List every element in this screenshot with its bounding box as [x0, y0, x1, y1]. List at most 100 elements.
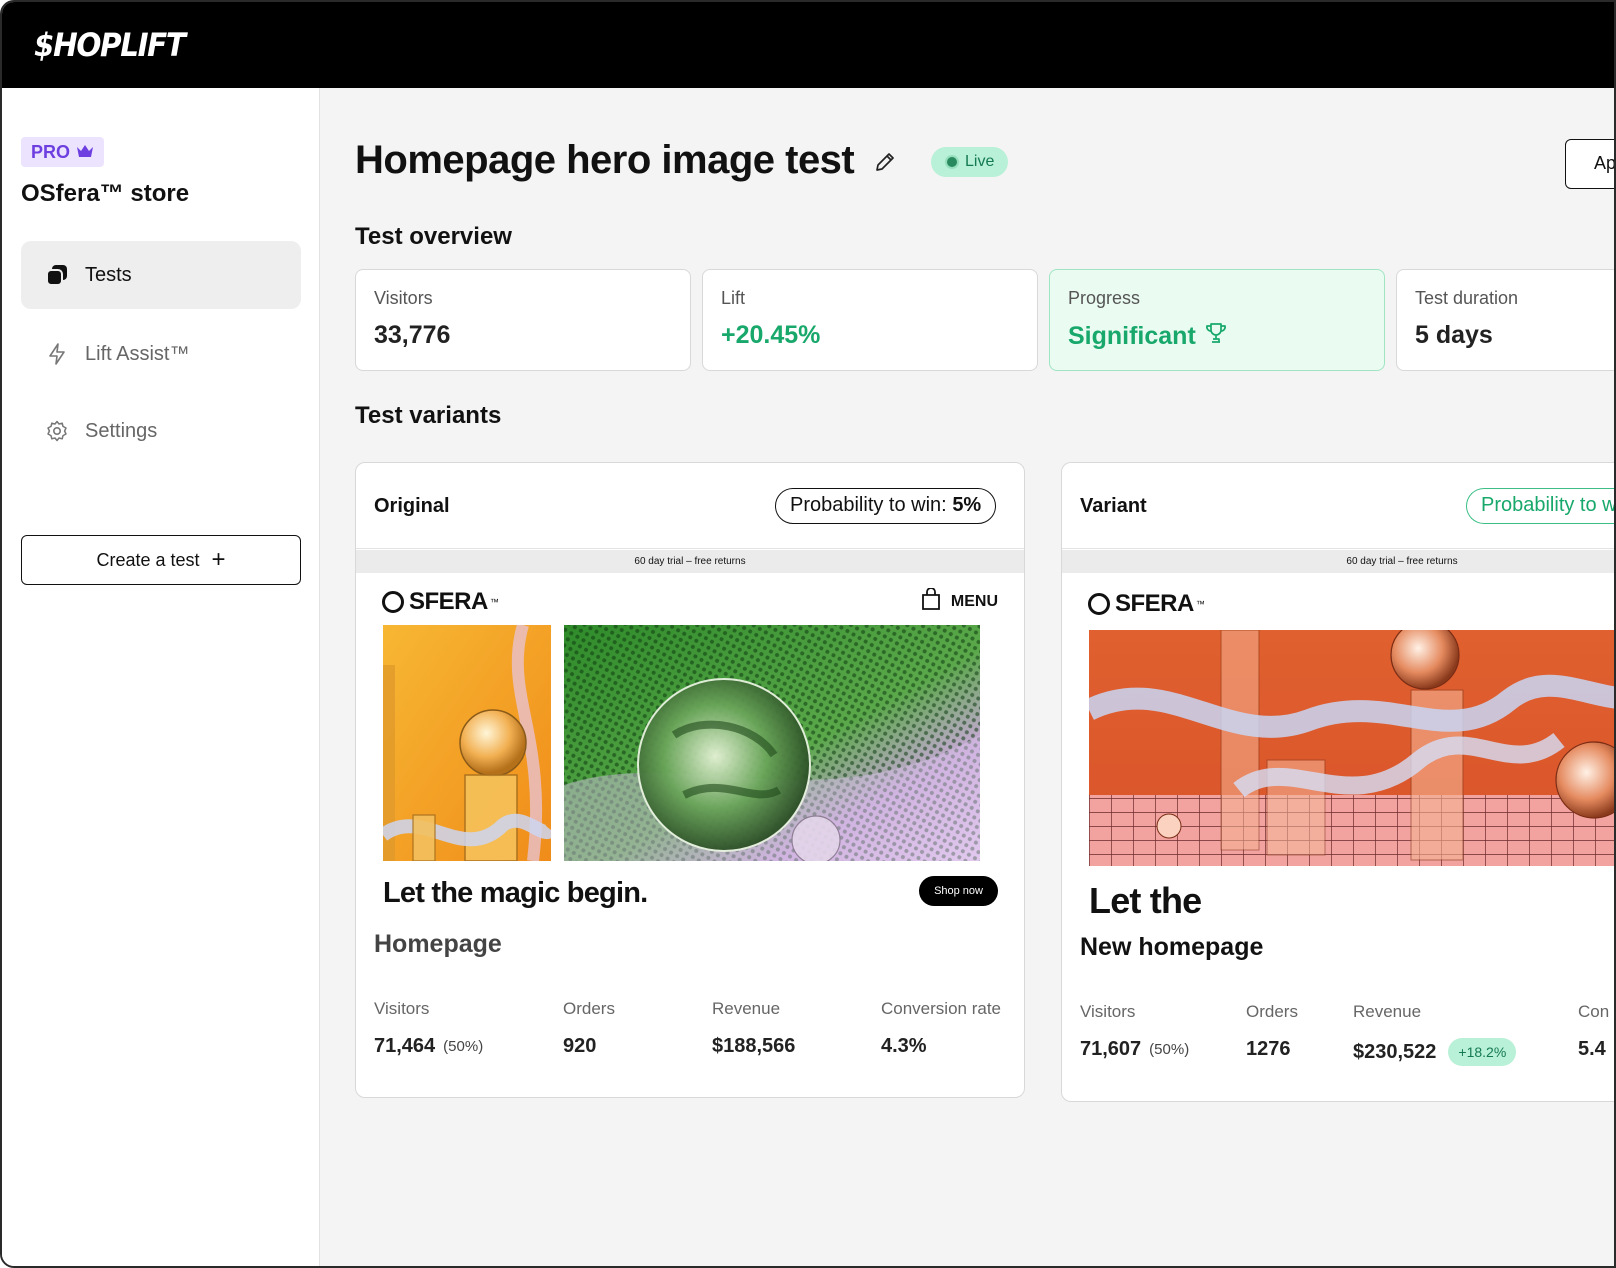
- metric-share: (50%): [443, 1038, 484, 1055]
- metric-value: 71,607: [1080, 1038, 1142, 1060]
- metric-label: Revenue: [1353, 1002, 1422, 1021]
- metric-value-row: $230,522 +18.2%: [1353, 1038, 1517, 1066]
- page-preview: 60 day trial – free returns SFERA ™ Let …: [1062, 550, 1614, 934]
- stat-value: 5 days: [1415, 321, 1493, 349]
- variant-card-header: Variant Probability to w: [1062, 463, 1616, 549]
- stat-label: Progress: [1068, 288, 1141, 308]
- stat-value: Significant: [1068, 322, 1196, 350]
- metric-label: Revenue: [712, 999, 781, 1018]
- status-badge: Live: [931, 147, 1009, 177]
- variant-name: Original: [374, 495, 450, 517]
- sfera-logo: SFERA ™: [382, 588, 499, 616]
- metric-value: 71,464: [374, 1035, 436, 1057]
- hero-image-room: [1089, 630, 1614, 866]
- sidebar-item-tests[interactable]: Tests: [21, 241, 301, 309]
- stat-value-row: Significant: [1068, 321, 1366, 352]
- variants-title: Test variants: [355, 402, 502, 429]
- sfera-o-icon: [1088, 593, 1110, 615]
- metric-label: Conversion rate: [881, 999, 1002, 1018]
- create-test-button[interactable]: Create a test +: [21, 535, 301, 585]
- stat-label: Lift: [721, 288, 746, 308]
- metric-value: $188,566: [712, 1035, 796, 1057]
- stat-label: Visitors: [374, 288, 433, 308]
- metric-visitors: Visitors 71,607 (50%): [1080, 1002, 1189, 1061]
- preview-headline: Let the: [1089, 880, 1202, 921]
- probability-pill: Probability to win: 5%: [775, 488, 997, 524]
- stat-card-progress: Progress Significant: [1049, 269, 1385, 371]
- gear-icon: [45, 419, 69, 443]
- metric-value: 1276: [1246, 1038, 1291, 1060]
- shoplift-logo[interactable]: $HOPLIFT: [34, 26, 186, 64]
- stat-card-duration: Test duration 5 days: [1396, 269, 1614, 371]
- store-name: OSfera™ store: [21, 180, 190, 207]
- preview-headline: Let the magic begin.: [383, 877, 648, 909]
- probability-value: 5%: [952, 494, 982, 516]
- metric-label: Orders: [1246, 1002, 1298, 1021]
- apply-button[interactable]: App: [1565, 139, 1614, 189]
- stat-card-visitors: Visitors 33,776: [355, 269, 691, 371]
- metric-label: Orders: [563, 999, 615, 1018]
- metric-orders: Orders 920: [563, 999, 615, 1058]
- live-dot-icon: [947, 157, 957, 167]
- probability-pill: Probability to w: [1466, 488, 1616, 524]
- sidebar-item-label: Tests: [85, 263, 132, 286]
- lift-badge: +18.2%: [1448, 1038, 1517, 1066]
- shopping-bag-icon: [921, 587, 941, 615]
- crown-icon: [76, 137, 94, 167]
- main-content: Homepage hero image test Live App Test o…: [320, 88, 1614, 1266]
- preview-menu: MENU: [921, 587, 998, 615]
- trophy-icon: [1204, 321, 1228, 352]
- stat-value: 33,776: [374, 321, 451, 349]
- pro-badge: PRO: [21, 137, 105, 167]
- sidebar-item-label: Settings: [85, 419, 158, 442]
- metric-conversion-rate: Conversion rate 4.3%: [881, 999, 1001, 1058]
- hero-image-sphere: [564, 625, 980, 861]
- brand-tm: ™: [489, 597, 499, 607]
- menu-label: MENU: [950, 592, 998, 610]
- status-label: Live: [965, 153, 995, 170]
- metric-revenue: Revenue $188,566: [712, 999, 795, 1058]
- sidebar-item-lift-assist[interactable]: Lift Assist™: [21, 320, 301, 388]
- metric-value-row: 71,464 (50%): [374, 1035, 483, 1058]
- sfera-o-icon: [382, 591, 404, 613]
- probability-label: Probability to win:: [790, 494, 947, 516]
- variant-page-name: New homepage: [1080, 933, 1264, 961]
- sidebar-item-label: Lift Assist™: [85, 342, 190, 365]
- promo-banner: 60 day trial – free returns: [356, 550, 1024, 573]
- top-bar: $HOPLIFT: [2, 2, 1614, 88]
- pro-badge-label: PRO: [31, 142, 71, 162]
- overview-title: Test overview: [355, 223, 512, 250]
- variant-card-original[interactable]: Original Probability to win: 5% 60 day t…: [355, 462, 1025, 1098]
- page-title: Homepage hero image test: [355, 138, 855, 182]
- metric-revenue: Revenue $230,522 +18.2%: [1353, 1002, 1517, 1066]
- variant-name: Variant: [1080, 495, 1147, 517]
- page-preview: 60 day trial – free returns SFERA ™ MENU: [356, 550, 1024, 940]
- metric-value: $230,522: [1353, 1040, 1437, 1063]
- metric-orders: Orders 1276: [1246, 1002, 1298, 1061]
- brand-tm: ™: [1195, 599, 1205, 609]
- bolt-icon: [45, 342, 69, 366]
- metric-value: 4.3%: [881, 1035, 927, 1057]
- pencil-icon[interactable]: [873, 150, 897, 174]
- sfera-logo: SFERA ™: [1088, 590, 1205, 618]
- metric-conversion-rate: Con 5.4: [1578, 1002, 1609, 1061]
- sidebar-item-settings[interactable]: Settings: [21, 397, 301, 465]
- promo-banner: 60 day trial – free returns: [1062, 550, 1614, 573]
- plus-icon: +: [211, 546, 226, 573]
- stat-value: +20.45%: [721, 321, 821, 349]
- tests-icon: [45, 263, 69, 287]
- probability-label: Probability to w: [1481, 494, 1616, 516]
- metric-value: 5.4: [1578, 1038, 1606, 1060]
- metric-value: 920: [563, 1035, 597, 1057]
- stat-label: Test duration: [1415, 288, 1519, 308]
- variant-page-name: Homepage: [374, 930, 502, 958]
- stat-card-lift: Lift +20.45%: [702, 269, 1038, 371]
- variant-card-variant[interactable]: Variant Probability to w 60 day trial – …: [1061, 462, 1616, 1102]
- shop-now-button: Shop now: [919, 876, 998, 906]
- metric-label: Con: [1578, 1002, 1610, 1021]
- metric-label: Visitors: [374, 999, 430, 1018]
- create-test-label: Create a test: [96, 549, 200, 570]
- hero-image-orange: [383, 625, 551, 861]
- metric-visitors: Visitors 71,464 (50%): [374, 999, 483, 1058]
- app-window: $HOPLIFT PRO OSfera™ store Tests Lift As…: [0, 0, 1616, 1268]
